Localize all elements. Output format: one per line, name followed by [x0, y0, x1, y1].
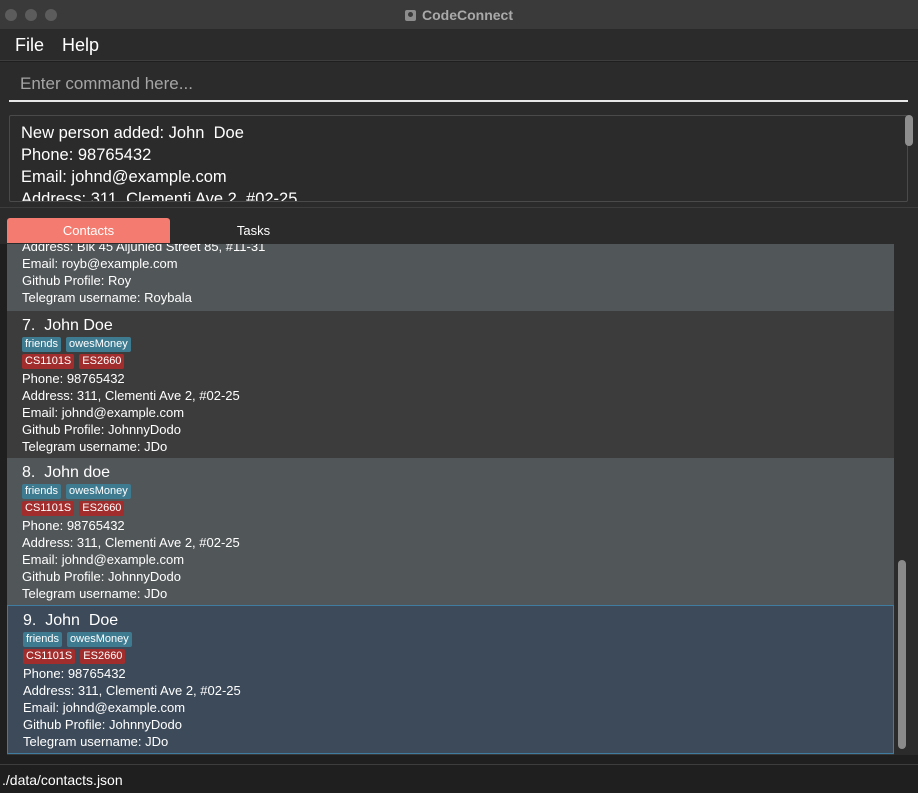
- tab-contacts[interactable]: Contacts: [7, 218, 170, 243]
- course-badge: ES2660: [79, 501, 125, 516]
- contact-telegram: Telegram username: JDo: [23, 734, 169, 749]
- tab-tasks[interactable]: Tasks: [172, 218, 335, 243]
- course-badge: ES2660: [80, 649, 126, 664]
- contact-github: Github Profile: JohnnyDodo: [22, 422, 181, 437]
- contact-github: Github Profile: JohnnyDodo: [23, 717, 182, 732]
- contact-card-selected[interactable]: 9. John Doe friends owesMoney CS1101S ES…: [7, 605, 894, 754]
- contact-name: 8. John doe: [22, 464, 111, 481]
- data-file-path: ./data/contacts.json: [2, 772, 123, 788]
- tag-badge: friends: [23, 632, 63, 647]
- result-line: Phone: 98765432: [21, 146, 152, 164]
- window-title: CodeConnect: [422, 7, 513, 23]
- menu-file[interactable]: File: [6, 35, 53, 56]
- list-scrollbar-thumb[interactable]: [898, 560, 906, 749]
- window-title-wrap: CodeConnect: [0, 0, 918, 30]
- result-display[interactable]: New person added: John Doe Phone: 987654…: [9, 115, 908, 202]
- contact-telegram: Telegram username: JDo: [22, 439, 168, 454]
- result-line: New person added: John Doe: [21, 124, 244, 142]
- contact-address: Address: 311, Clementi Ave 2, #02-25: [22, 388, 240, 403]
- tag-badge: owesMoney: [66, 337, 131, 352]
- tag-list: friends owesMoney: [22, 337, 894, 353]
- contact-email: Email: royb@example.com: [22, 256, 178, 271]
- menu-help[interactable]: Help: [53, 35, 108, 56]
- contact-name: 9. John Doe: [23, 612, 119, 629]
- course-badge: CS1101S: [22, 501, 75, 516]
- contact-email: Email: johnd@example.com: [23, 700, 186, 715]
- course-list: CS1101S ES2660: [23, 649, 893, 665]
- result-area: New person added: John Doe Phone: 987654…: [0, 108, 918, 208]
- title-bar: CodeConnect: [0, 0, 918, 30]
- tag-badge: owesMoney: [67, 632, 132, 647]
- tag-badge: friends: [22, 484, 62, 499]
- command-area: [0, 62, 918, 108]
- contact-list[interactable]: Address: Blk 45 Aljunied Street 85, #11-…: [7, 244, 894, 755]
- contact-card[interactable]: 7. John Doe friends owesMoney CS1101S ES…: [7, 311, 894, 458]
- contact-card[interactable]: 8. John doe friends owesMoney CS1101S ES…: [7, 458, 894, 605]
- contact-address: Address: 311, Clementi Ave 2, #02-25: [22, 535, 240, 550]
- contact-address: Address: Blk 45 Aljunied Street 85, #11-…: [22, 244, 266, 254]
- tag-list: friends owesMoney: [22, 484, 894, 500]
- contact-email: Email: johnd@example.com: [22, 552, 185, 567]
- contact-phone: Phone: 98765432: [22, 518, 125, 533]
- contact-email: Email: johnd@example.com: [22, 405, 185, 420]
- tag-badge: owesMoney: [66, 484, 131, 499]
- result-line: Address: 311, Clementi Ave 2, #02-25: [21, 190, 298, 202]
- course-badge: CS1101S: [22, 354, 75, 369]
- result-scrollbar[interactable]: [905, 115, 913, 146]
- status-bar: ./data/contacts.json: [0, 764, 918, 793]
- contact-address: Address: 311, Clementi Ave 2, #02-25: [23, 683, 241, 698]
- contact-github: Github Profile: JohnnyDodo: [22, 569, 181, 584]
- course-list: CS1101S ES2660: [22, 354, 894, 370]
- menu-bar: File Help: [0, 30, 918, 61]
- contact-telegram: Telegram username: JDo: [22, 586, 168, 601]
- tab-bar: Contacts Tasks: [0, 208, 918, 244]
- course-badge: ES2660: [79, 354, 125, 369]
- course-list: CS1101S ES2660: [22, 501, 894, 517]
- contact-card[interactable]: Address: Blk 45 Aljunied Street 85, #11-…: [7, 244, 894, 311]
- contact-name: 7. John Doe: [22, 317, 113, 334]
- tag-list: friends owesMoney: [23, 632, 893, 648]
- contact-phone: Phone: 98765432: [22, 371, 125, 386]
- result-line: Email: johnd@example.com: [21, 168, 227, 186]
- contact-telegram: Telegram username: Roybala: [22, 290, 192, 305]
- app-icon: [405, 9, 416, 21]
- command-input[interactable]: [9, 68, 908, 102]
- course-badge: CS1101S: [23, 649, 76, 664]
- contact-phone: Phone: 98765432: [23, 666, 126, 681]
- contact-github: Github Profile: Roy: [22, 273, 132, 288]
- tag-badge: friends: [22, 337, 62, 352]
